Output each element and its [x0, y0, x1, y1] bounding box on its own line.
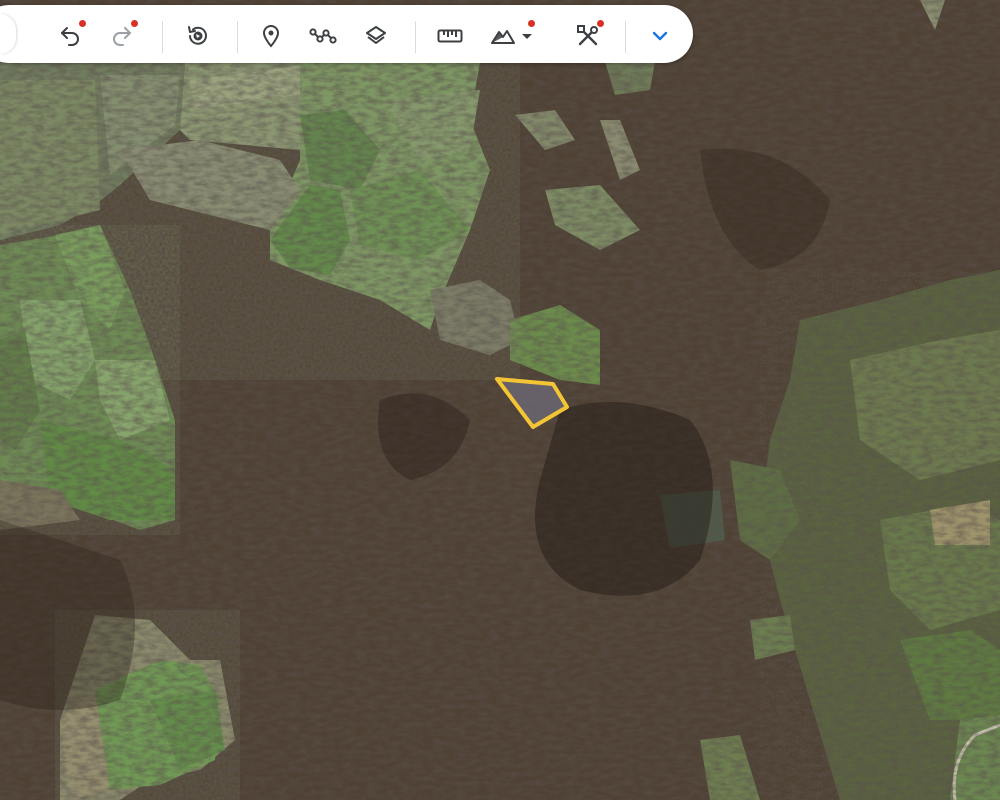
tools-icon	[577, 25, 598, 46]
historical-imagery-button[interactable]	[180, 18, 216, 54]
layers-icon	[366, 26, 386, 44]
map-toolbar	[0, 5, 693, 63]
add-placemark-button[interactable]	[253, 18, 289, 54]
undo-icon	[61, 27, 79, 46]
redo-button[interactable]	[104, 18, 140, 54]
collapse-toolbar-button[interactable]	[642, 18, 678, 54]
location-pin-icon	[262, 25, 280, 48]
toolbar-divider	[162, 21, 163, 53]
terrain-notification-dot	[528, 20, 535, 27]
layers-button[interactable]	[358, 18, 394, 54]
tools-button[interactable]	[570, 18, 606, 54]
add-path-button[interactable]	[305, 18, 341, 54]
path-icon	[309, 28, 337, 44]
redo-icon	[113, 27, 131, 46]
toolbar-divider	[625, 21, 626, 53]
satellite-map[interactable]	[0, 0, 1000, 800]
toolbar-divider	[237, 21, 238, 53]
tools-notification-dot	[597, 20, 604, 27]
undo-notification-dot	[79, 20, 86, 27]
chevron-down-icon	[652, 31, 668, 41]
terrain-icon	[491, 30, 515, 44]
undo-button[interactable]	[52, 18, 88, 54]
measure-button[interactable]	[432, 18, 468, 54]
ruler-icon	[437, 29, 463, 43]
redo-notification-dot	[131, 20, 138, 27]
history-icon	[188, 26, 207, 45]
toolbar-divider	[415, 21, 416, 53]
terrain-options-button[interactable]	[485, 18, 537, 54]
caret-down-icon	[522, 34, 532, 39]
search-box-edge[interactable]	[0, 14, 16, 54]
